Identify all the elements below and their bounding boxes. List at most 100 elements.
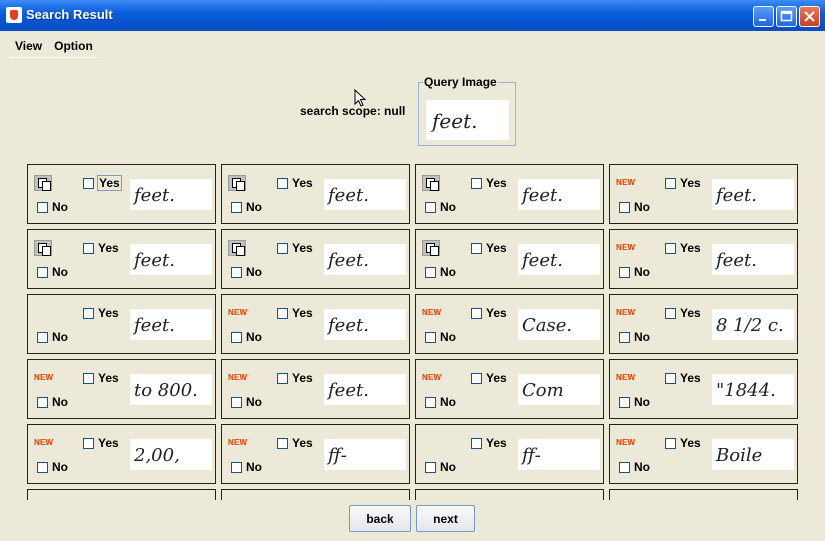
checkbox-box[interactable] (37, 201, 48, 213)
checkbox-box[interactable] (37, 461, 48, 473)
no-label: No (52, 395, 68, 409)
checkbox-box[interactable] (471, 372, 482, 384)
maximize-button[interactable] (776, 6, 797, 27)
no-checkbox[interactable]: No (231, 395, 262, 409)
menu-view[interactable]: View (9, 35, 48, 57)
yes-checkbox[interactable]: Yes (665, 306, 701, 320)
no-checkbox[interactable]: No (37, 265, 68, 279)
checkbox-box[interactable] (471, 177, 482, 189)
checkbox-box[interactable] (619, 461, 630, 473)
checkbox-box[interactable] (37, 396, 48, 408)
checkbox-box[interactable] (231, 396, 242, 408)
no-checkbox[interactable]: No (231, 265, 262, 279)
checkbox-box[interactable] (231, 331, 242, 343)
yes-checkbox[interactable]: Yes (471, 306, 507, 320)
checkbox-box[interactable] (471, 307, 482, 319)
yes-label: Yes (680, 436, 701, 450)
checkbox-box[interactable] (83, 307, 94, 319)
next-button[interactable]: next (416, 505, 475, 532)
checkbox-box[interactable] (277, 242, 288, 254)
no-checkbox[interactable]: No (231, 200, 262, 214)
menu-option[interactable]: Option (48, 35, 99, 57)
no-checkbox[interactable]: No (37, 460, 68, 474)
checkbox-box[interactable] (37, 331, 48, 343)
yes-checkbox[interactable]: Yes (83, 306, 119, 320)
no-checkbox[interactable]: No (425, 330, 456, 344)
checkbox-box[interactable] (425, 331, 436, 343)
no-checkbox[interactable]: No (425, 460, 456, 474)
checkbox-box[interactable] (665, 307, 676, 319)
checkbox-box[interactable] (471, 242, 482, 254)
checkbox-box[interactable] (83, 177, 94, 189)
duplicate-icon (422, 175, 440, 191)
word-image-thumbnail: feet. (712, 179, 794, 210)
no-checkbox[interactable]: No (425, 200, 456, 214)
no-checkbox[interactable]: No (37, 395, 68, 409)
yes-checkbox[interactable]: Yes (665, 241, 701, 255)
no-checkbox[interactable]: No (37, 330, 68, 344)
checkbox-box[interactable] (277, 437, 288, 449)
yes-checkbox[interactable]: Yes (83, 175, 122, 191)
no-checkbox[interactable]: No (425, 395, 456, 409)
word-image-thumbnail: feet. (130, 179, 212, 210)
yes-checkbox[interactable]: Yes (83, 241, 119, 255)
checkbox-box[interactable] (425, 266, 436, 278)
back-button[interactable]: back (349, 505, 411, 532)
minimize-button[interactable] (753, 6, 774, 27)
yes-checkbox[interactable]: Yes (471, 176, 507, 190)
checkbox-box[interactable] (83, 437, 94, 449)
yes-checkbox[interactable]: Yes (471, 436, 507, 450)
no-label: No (440, 265, 456, 279)
yes-checkbox[interactable]: Yes (665, 176, 701, 190)
checkbox-box[interactable] (471, 437, 482, 449)
yes-checkbox[interactable]: Yes (665, 436, 701, 450)
checkbox-box[interactable] (231, 201, 242, 213)
yes-checkbox[interactable]: Yes (83, 436, 119, 450)
no-checkbox[interactable]: No (619, 265, 650, 279)
title-bar[interactable]: Search Result (0, 0, 825, 31)
yes-checkbox[interactable]: Yes (277, 371, 313, 385)
checkbox-box[interactable] (83, 242, 94, 254)
no-checkbox[interactable]: No (619, 330, 650, 344)
checkbox-box[interactable] (425, 396, 436, 408)
svg-text:to 800.: to 800. (134, 380, 198, 401)
result-cell: NEW Yes No Com (415, 359, 604, 419)
checkbox-box[interactable] (619, 396, 630, 408)
checkbox-box[interactable] (37, 266, 48, 278)
yes-checkbox[interactable]: Yes (277, 436, 313, 450)
checkbox-box[interactable] (619, 331, 630, 343)
checkbox-box[interactable] (277, 372, 288, 384)
no-checkbox[interactable]: No (37, 200, 68, 214)
yes-checkbox[interactable]: Yes (83, 371, 119, 385)
checkbox-box[interactable] (665, 177, 676, 189)
no-checkbox[interactable]: No (619, 200, 650, 214)
checkbox-box[interactable] (231, 266, 242, 278)
checkbox-box[interactable] (425, 201, 436, 213)
yes-checkbox[interactable]: Yes (471, 371, 507, 385)
yes-checkbox[interactable]: Yes (277, 176, 313, 190)
checkbox-box[interactable] (231, 461, 242, 473)
no-checkbox[interactable]: No (425, 265, 456, 279)
yes-checkbox[interactable]: Yes (277, 306, 313, 320)
checkbox-box[interactable] (83, 372, 94, 384)
checkbox-box[interactable] (425, 461, 436, 473)
yes-label: Yes (680, 241, 701, 255)
no-checkbox[interactable]: No (619, 395, 650, 409)
no-checkbox[interactable]: No (231, 330, 262, 344)
checkbox-box[interactable] (665, 372, 676, 384)
checkbox-box[interactable] (619, 266, 630, 278)
yes-label: Yes (486, 436, 507, 450)
close-button[interactable] (799, 6, 820, 27)
checkbox-box[interactable] (665, 437, 676, 449)
no-checkbox[interactable]: No (231, 460, 262, 474)
yes-checkbox[interactable]: Yes (471, 241, 507, 255)
checkbox-box[interactable] (619, 201, 630, 213)
checkbox-box[interactable] (277, 177, 288, 189)
svg-text:Case.: Case. (522, 315, 572, 336)
checkbox-box[interactable] (665, 242, 676, 254)
checkbox-box[interactable] (277, 307, 288, 319)
yes-checkbox[interactable]: Yes (277, 241, 313, 255)
no-checkbox[interactable]: No (619, 460, 650, 474)
yes-checkbox[interactable]: Yes (665, 371, 701, 385)
close-icon (804, 11, 815, 22)
